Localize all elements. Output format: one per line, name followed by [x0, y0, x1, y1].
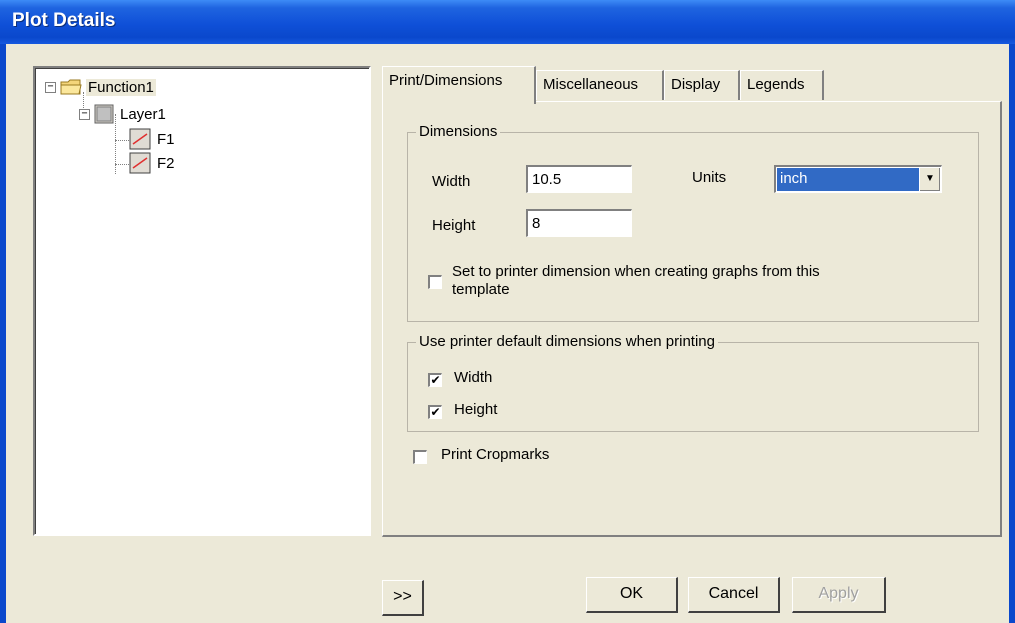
default-height-label: Height — [454, 401, 498, 418]
tree-connector — [115, 140, 129, 141]
dimensions-group: Dimensions Width Units inch ▼ Height Set… — [407, 123, 979, 322]
expand-button[interactable]: >> — [382, 580, 424, 616]
tab-miscellaneous[interactable]: Miscellaneous — [536, 70, 664, 100]
width-input[interactable] — [526, 165, 632, 193]
window-title: Plot Details — [12, 10, 116, 31]
units-label: Units — [692, 169, 727, 186]
tab-legends[interactable]: Legends — [740, 70, 824, 100]
units-select[interactable]: inch ▼ — [774, 165, 942, 193]
tab-label: Print/Dimensions — [389, 72, 503, 89]
window-frame-right — [1009, 44, 1015, 623]
tree-label-function1[interactable]: Function1 — [86, 78, 156, 96]
height-input[interactable] — [526, 209, 632, 237]
tree-node-layer1[interactable]: − Layer1 — [79, 104, 168, 124]
default-height-checkbox[interactable]: ✔ — [428, 405, 442, 419]
tree-label-layer1[interactable]: Layer1 — [118, 106, 168, 123]
print-dimensions-panel: Dimensions Width Units inch ▼ Height Set… — [382, 101, 1002, 537]
tab-print-dimensions[interactable]: Print/Dimensions — [382, 66, 536, 104]
default-width-checkbox[interactable]: ✔ — [428, 373, 442, 387]
height-label: Height — [432, 217, 476, 234]
tab-label: Legends — [747, 76, 805, 93]
chevron-down-icon[interactable]: ▼ — [919, 168, 940, 191]
printer-dimension-checkbox[interactable] — [428, 275, 442, 289]
apply-button[interactable]: Apply — [792, 577, 886, 613]
plot-curve-icon — [129, 152, 151, 174]
default-width-label: Width — [454, 369, 493, 386]
units-selected-value: inch — [777, 168, 919, 191]
plot-curve-icon — [129, 128, 151, 150]
tree-connector — [115, 164, 129, 165]
tab-display[interactable]: Display — [664, 70, 740, 100]
tree-node-f2[interactable]: F2 — [129, 152, 177, 174]
tree-label-f1[interactable]: F1 — [155, 131, 177, 148]
collapse-icon[interactable]: − — [79, 108, 90, 120]
tree-node-f1[interactable]: F1 — [129, 128, 177, 150]
width-label: Width — [432, 173, 471, 190]
print-cropmarks-label: Print Cropmarks — [441, 446, 550, 463]
collapse-icon[interactable]: − — [45, 81, 56, 93]
tree-label-f2[interactable]: F2 — [155, 155, 177, 172]
layer-icon — [94, 104, 114, 124]
ok-button[interactable]: OK — [586, 577, 678, 613]
folder-icon — [60, 79, 82, 95]
tab-label: Miscellaneous — [543, 76, 639, 93]
print-cropmarks-checkbox[interactable] — [413, 450, 427, 464]
plot-details-window: Plot Details − Function1 − Layer1 F1 F2 … — [0, 0, 1015, 623]
title-bar[interactable]: Plot Details — [0, 0, 1015, 44]
printer-dimension-label: Set to printer dimension when creating g… — [452, 263, 820, 298]
group-title: Dimensions — [416, 123, 501, 140]
group-title: Use printer default dimensions when prin… — [416, 333, 718, 350]
cancel-button[interactable]: Cancel — [688, 577, 780, 613]
tab-label: Display — [671, 76, 721, 93]
plot-tree-view[interactable]: − Function1 − Layer1 F1 F2 — [33, 66, 371, 536]
printer-defaults-group: Use printer default dimensions when prin… — [407, 333, 979, 432]
tree-node-function1[interactable]: − Function1 — [45, 78, 156, 96]
window-frame-left — [0, 44, 6, 623]
